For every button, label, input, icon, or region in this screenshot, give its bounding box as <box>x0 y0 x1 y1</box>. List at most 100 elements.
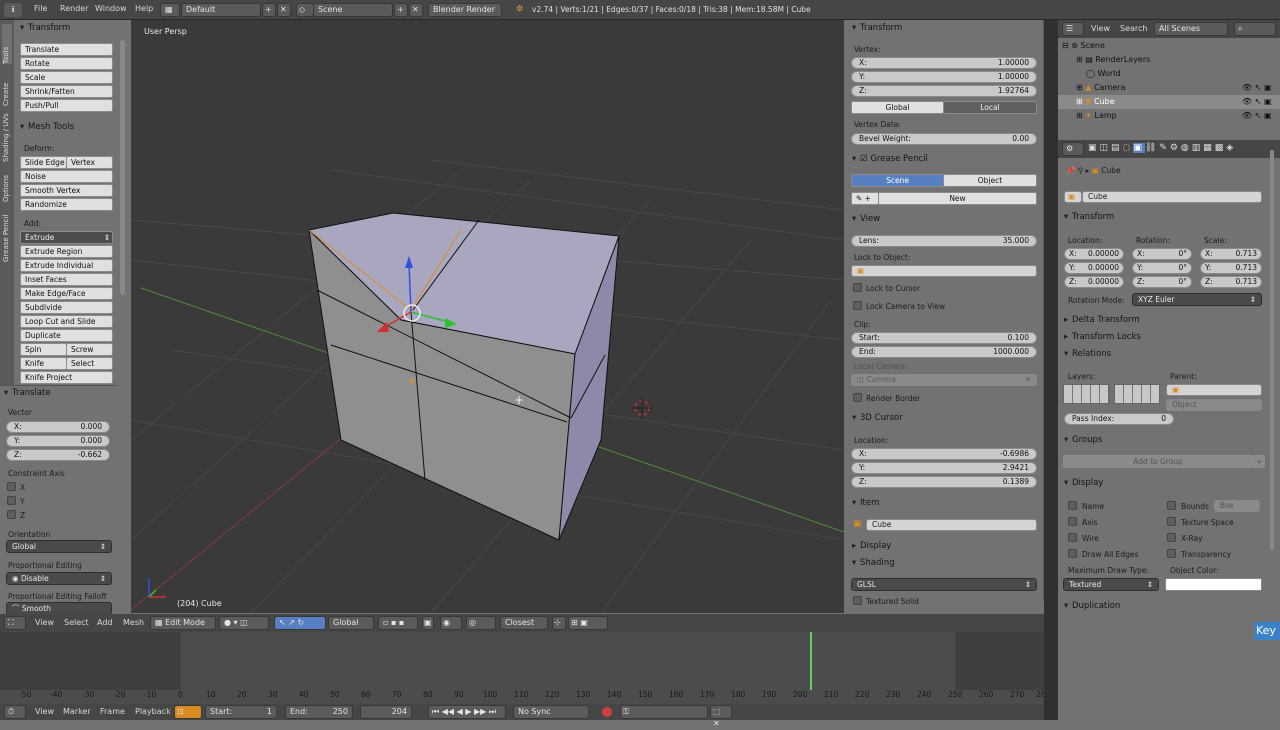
wire-checkbox[interactable] <box>1068 533 1077 542</box>
relations-header[interactable]: ▾ Relations <box>1064 347 1111 361</box>
vertex-z-field[interactable]: Z: 1.92764 <box>851 85 1037 97</box>
lens-field[interactable]: Lens: 35.000 <box>851 235 1037 247</box>
knife-project-button[interactable]: Knife Project <box>20 371 113 384</box>
proportional-select[interactable]: ◉ Disable ⇕ <box>6 572 112 585</box>
object-name-field[interactable]: Cube <box>1082 191 1262 203</box>
select-mode-buttons[interactable]: ▫ ▪ ▪ <box>378 616 418 630</box>
editor-type-icon[interactable]: ⏱ <box>4 705 26 719</box>
timeline[interactable]: -50 -40 -30 -20 -10 0 10 20 30 40 50 60 … <box>0 632 1055 704</box>
menu-playback[interactable]: Playback <box>135 707 171 716</box>
menu-add[interactable]: Add <box>97 618 113 627</box>
shading-mode-select[interactable]: GLSL ⇕ <box>851 578 1037 591</box>
close-layout-icon[interactable]: ✕ <box>277 3 291 17</box>
vector-x-field[interactable]: X: 0.000 <box>6 421 110 433</box>
clear-icon[interactable]: ✕ <box>1025 375 1031 385</box>
layout-field[interactable]: Default <box>181 3 261 17</box>
scene-field[interactable]: Scene <box>313 3 393 17</box>
parent-type-select[interactable]: Object <box>1166 399 1262 411</box>
cursor-x-field[interactable]: X: -0.6986 <box>851 448 1037 460</box>
max-draw-select[interactable]: Textured ⇕ <box>1063 578 1159 591</box>
menu-select[interactable]: Select <box>64 618 89 627</box>
properties-scrollbar[interactable] <box>1270 150 1274 550</box>
manipulator-buttons[interactable]: ↖ ↗ ↻ <box>274 616 326 630</box>
3d-cursor-header[interactable]: ▾ 3D Cursor <box>852 413 903 423</box>
location-z-field[interactable]: Z: 0.00000 <box>1064 276 1124 288</box>
display-header[interactable]: ▾ Display <box>1064 476 1103 490</box>
menu-view[interactable]: View <box>1091 24 1110 33</box>
occlude-icon[interactable]: ▣ <box>422 616 434 630</box>
name-checkbox[interactable] <box>1068 501 1077 510</box>
smooth-vertex-button[interactable]: Smooth Vertex <box>20 184 113 197</box>
timeline-ruler[interactable]: -50 -40 -30 -20 -10 0 10 20 30 40 50 60 … <box>0 690 1055 704</box>
shading-buttons[interactable]: ● ▾ ◫ <box>219 616 269 630</box>
subdivide-button[interactable]: Subdivide <box>20 301 113 314</box>
rotation-mode-select[interactable]: XYZ Euler ⇕ <box>1132 293 1262 306</box>
clip-end-field[interactable]: End: 1000.000 <box>851 346 1037 358</box>
render-border-checkbox[interactable] <box>853 393 862 402</box>
textured-solid-checkbox[interactable] <box>853 596 862 605</box>
duplication-header[interactable]: ▾ Duplication <box>1064 599 1120 613</box>
vector-z-field[interactable]: Z: -0.662 <box>6 449 110 461</box>
current-frame-indicator[interactable] <box>810 632 812 690</box>
menu-view[interactable]: View <box>35 618 54 627</box>
constraint-z-checkbox[interactable] <box>7 510 16 519</box>
knife-button[interactable]: Knife <box>20 357 67 370</box>
menu-help[interactable]: Help <box>135 4 153 13</box>
display-header[interactable]: ▸ Display <box>852 541 891 551</box>
n-transform-header[interactable]: ▾ Transform <box>852 23 902 33</box>
orientation-select[interactable]: Global <box>328 616 374 630</box>
start-frame-field[interactable]: Start: 1 <box>205 705 277 719</box>
menu-view[interactable]: View <box>35 707 54 716</box>
extrude-region-button[interactable]: Extrude Region <box>20 245 113 258</box>
keying-set-field[interactable]: ⚿ <box>620 705 708 719</box>
groups-header[interactable]: ▾ Groups <box>1064 433 1102 447</box>
screw-button[interactable]: Screw <box>66 343 113 356</box>
select-button[interactable]: Select <box>66 357 113 370</box>
local-camera-field[interactable]: ◫ Camera ✕ <box>851 374 1037 386</box>
transform-locks-header[interactable]: ▸ Transform Locks <box>1064 330 1141 344</box>
scale-button[interactable]: Scale <box>20 71 113 84</box>
tab-create[interactable]: Create <box>2 68 12 106</box>
3d-viewport[interactable]: + User Persp (204) Cube <box>131 20 844 613</box>
orientation-select[interactable]: Global ⇕ <box>6 540 112 553</box>
extrude-individual-button[interactable]: Extrude Individual <box>20 259 113 272</box>
noise-button[interactable]: Noise <box>20 170 113 183</box>
record-icon[interactable] <box>602 707 612 717</box>
pass-index-field[interactable]: Pass Index: 0 <box>1064 413 1174 425</box>
rotation-x-field[interactable]: X: 0° <box>1132 248 1192 260</box>
vertex-x-field[interactable]: X: 1.00000 <box>851 57 1037 69</box>
render-engine-select[interactable]: Blender Render <box>428 3 502 17</box>
end-frame-field[interactable]: End: 250 <box>285 705 353 719</box>
grease-pencil-header[interactable]: ▾ ☑ Grease Pencil <box>852 154 928 164</box>
snap-target-select[interactable]: Closest <box>500 616 548 630</box>
snap-align-icon[interactable]: ⊹ <box>552 616 566 630</box>
clip-start-field[interactable]: Start: 0.100 <box>851 332 1037 344</box>
transform-section-header[interactable]: ▾ Transform <box>1064 210 1114 224</box>
menu-window[interactable]: Window <box>95 4 127 13</box>
outliner-item-scene[interactable]: ⊟ ⊛ Scene <box>1062 39 1105 53</box>
mesh-tools-header[interactable]: ▾ Mesh Tools <box>20 122 74 132</box>
push-pull-button[interactable]: Push/Pull <box>20 99 113 112</box>
menu-file[interactable]: File <box>34 4 47 13</box>
mode-select[interactable]: ▦ Edit Mode <box>150 616 216 630</box>
loop-cut-button[interactable]: Loop Cut and Slide <box>20 315 113 328</box>
range-lock-icon[interactable]: ⊡ <box>174 705 202 719</box>
xray-checkbox[interactable] <box>1167 533 1176 542</box>
translate-button[interactable]: Translate <box>20 43 113 56</box>
render-buttons[interactable]: ⊞ ▣ <box>568 616 608 630</box>
layout-icon[interactable]: ▦ <box>160 3 180 17</box>
pin-icon[interactable]: 📌 <box>1066 166 1078 175</box>
lock-cursor-checkbox[interactable] <box>853 283 862 292</box>
outliner-item-lamp[interactable]: ⊞ ✦ Lamp <box>1076 109 1117 123</box>
shading-header[interactable]: ▾ Shading <box>852 558 895 568</box>
scale-x-field[interactable]: X: 0.713 <box>1200 248 1262 260</box>
inset-faces-button[interactable]: Inset Faces <box>20 273 113 286</box>
randomize-button[interactable]: Randomize <box>20 198 113 211</box>
spin-button[interactable]: Spin <box>20 343 67 356</box>
viewport-scene[interactable]: + <box>131 20 844 613</box>
cursor-z-field[interactable]: Z: 0.1389 <box>851 476 1037 488</box>
add-group-icon[interactable]: + <box>1253 455 1265 468</box>
delta-transform-header[interactable]: ▸ Delta Transform <box>1064 313 1140 327</box>
gp-new-button[interactable]: New <box>878 192 1037 205</box>
tab-grease-pencil[interactable]: Grease Pencil <box>2 206 12 262</box>
